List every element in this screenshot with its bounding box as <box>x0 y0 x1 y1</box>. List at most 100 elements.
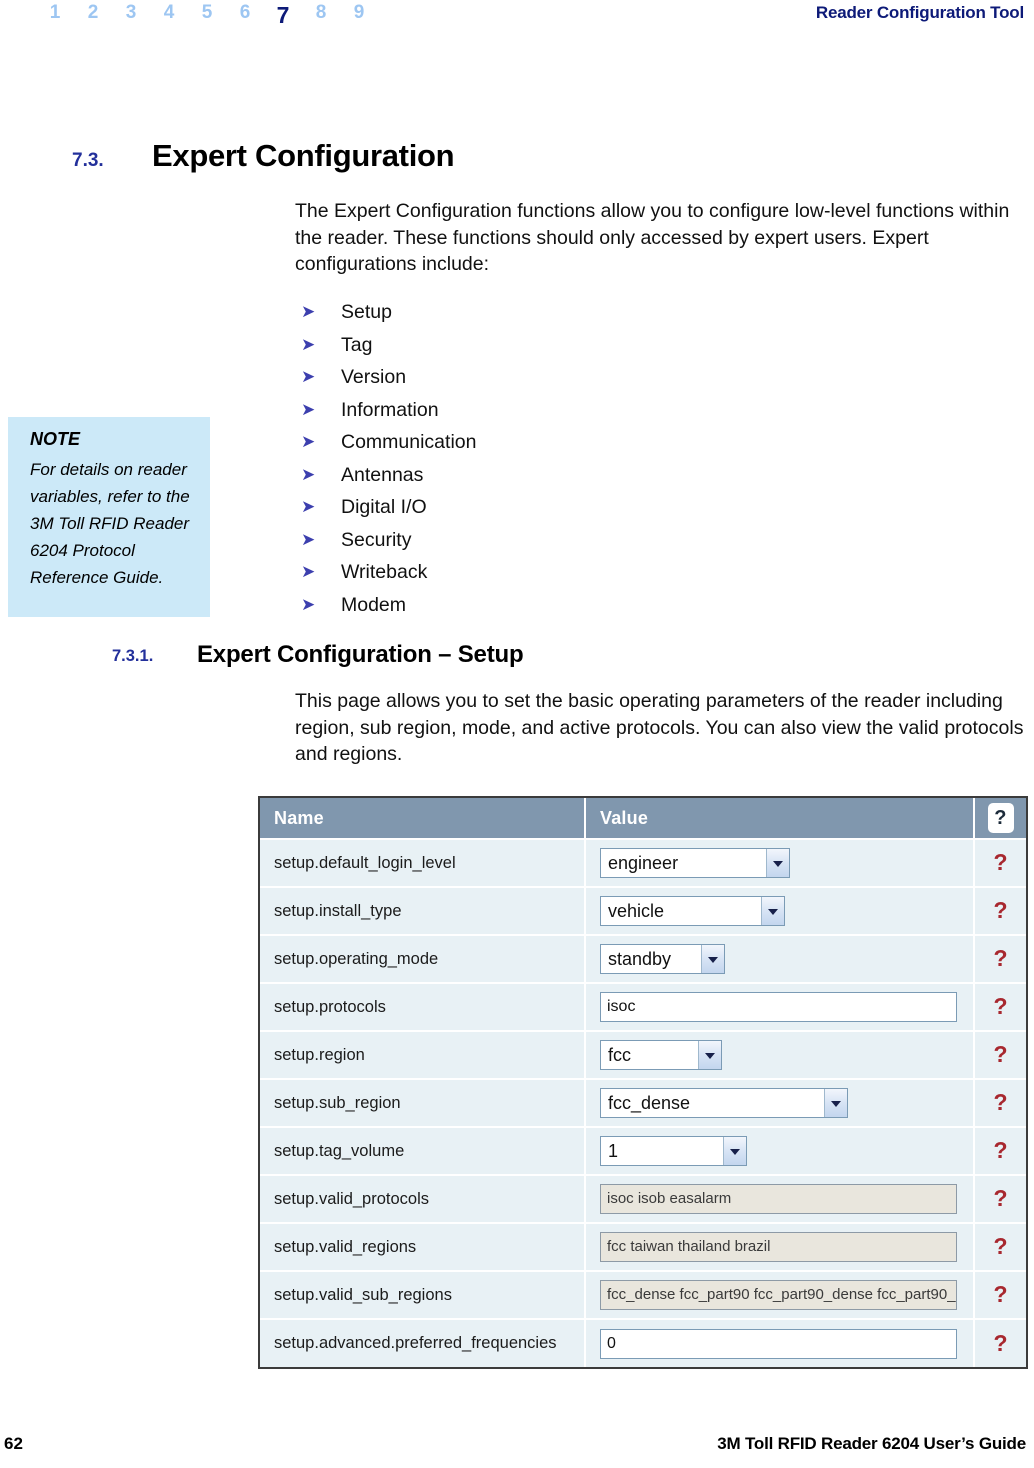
header-title: Reader Configuration Tool <box>815 3 1024 22</box>
table-row: setup.default_login_level engineer? <box>260 838 1026 887</box>
bullet-arrow-icon: ➤ <box>301 562 316 581</box>
chevron-down-icon[interactable] <box>766 849 789 877</box>
variable-name-cell: setup.advanced.preferred_frequencies <box>260 1318 586 1367</box>
help-icon[interactable]: ? <box>993 899 1007 922</box>
help-icon[interactable]: ? <box>993 1283 1007 1306</box>
bullet-arrow-icon: ➤ <box>301 497 316 516</box>
help-icon[interactable]: ? <box>993 947 1007 970</box>
bullet-arrow-icon: ➤ <box>301 399 316 419</box>
select-setup-install-type[interactable]: vehicle <box>600 896 785 926</box>
readonly-field-setup-valid-sub-regions: fcc_dense fcc_part90 fcc_part90_dense fc… <box>600 1280 957 1310</box>
variable-value-cell: 1 <box>585 1126 975 1175</box>
help-icon[interactable]: ? <box>993 1139 1007 1162</box>
help-cell: ? <box>974 1270 1026 1319</box>
list-item: ➤ Writeback <box>298 556 718 589</box>
select-value: standby <box>608 949 672 969</box>
variable-name-cell: setup.valid_protocols <box>260 1174 586 1223</box>
help-cell: ? <box>974 982 1026 1031</box>
footer-document-title: 3M Toll RFID Reader 6204 User’s Guide <box>717 1434 1026 1453</box>
chapter-link-5[interactable]: 5 <box>188 2 226 29</box>
list-item-label: Modem <box>341 593 407 616</box>
variable-name-cell: setup.operating_mode <box>260 934 586 983</box>
list-item-label: Tag <box>341 333 373 356</box>
note-callout: NOTE For details on reader variables, re… <box>8 417 210 617</box>
chapter-link-6[interactable]: 6 <box>226 2 264 29</box>
chapter-link-1[interactable]: 1 <box>36 2 74 29</box>
bullet-arrow-icon: ➤ <box>301 367 316 386</box>
bullet-arrow-icon: ➤ <box>301 432 316 451</box>
list-item: ➤ Digital I/O <box>298 491 718 524</box>
page-footer: 62 3M Toll RFID Reader 6204 User’s Guide <box>0 1430 1034 1454</box>
list-item: ➤ Antennas <box>298 459 718 492</box>
list-item: ➤ Modem <box>298 589 718 622</box>
select-setup-operating-mode[interactable]: standby <box>600 944 725 974</box>
chevron-down-icon[interactable] <box>761 897 784 925</box>
help-button[interactable]: ? <box>987 803 1014 833</box>
help-cell: ? <box>974 1030 1026 1079</box>
variable-name-cell: setup.valid_sub_regions <box>260 1270 586 1319</box>
bullet-arrow-icon: ➤ <box>301 529 316 549</box>
variable-name-cell: setup.region <box>260 1030 586 1079</box>
table-row: setup.protocols isoc? <box>260 982 1026 1031</box>
help-icon[interactable]: ? <box>993 1187 1007 1210</box>
select-setup-region[interactable]: fcc <box>600 1040 722 1070</box>
list-item-label: Version <box>341 366 407 388</box>
select-setup-tag-volume[interactable]: 1 <box>600 1136 747 1166</box>
help-cell: ? <box>974 934 1026 983</box>
bullet-arrow-icon: ➤ <box>301 334 316 354</box>
help-icon[interactable]: ? <box>993 1235 1007 1258</box>
chapter-link-2[interactable]: 2 <box>74 2 112 29</box>
text-input-setup-advanced-preferred-frequencies[interactable]: 0 <box>600 1328 957 1359</box>
chevron-down-icon[interactable] <box>723 1137 746 1165</box>
chapter-link-4[interactable]: 4 <box>150 2 188 29</box>
variable-name-cell: setup.protocols <box>260 982 586 1031</box>
variable-value-cell: 0 <box>585 1318 975 1367</box>
list-item-label: Antennas <box>341 463 424 486</box>
chapter-link-8[interactable]: 8 <box>302 2 340 29</box>
variable-name-cell: setup.tag_volume <box>260 1126 586 1175</box>
variable-name-cell: setup.valid_regions <box>260 1222 586 1271</box>
select-setup-sub-region[interactable]: fcc_dense <box>600 1088 848 1118</box>
variable-value-cell: engineer <box>585 838 975 887</box>
column-header-name: Name <box>260 798 586 839</box>
select-value: 1 <box>608 1141 619 1161</box>
list-item: ➤ Security <box>298 524 718 557</box>
help-cell: ? <box>974 886 1026 935</box>
list-item-label: Setup <box>341 301 392 323</box>
help-icon[interactable]: ? <box>993 1091 1007 1114</box>
help-cell: ? <box>974 1174 1026 1223</box>
table-header-row: Name Value ? <box>260 798 1026 839</box>
list-item: ➤ Version <box>298 361 718 394</box>
text-input-setup-protocols[interactable]: isoc <box>600 992 957 1022</box>
help-icon[interactable]: ? <box>993 1331 1007 1355</box>
help-icon[interactable]: ? <box>993 995 1007 1018</box>
table-row: setup.operating_mode standby? <box>260 934 1026 983</box>
chapter-number-strip: 123456789 <box>36 2 378 29</box>
config-table-header: Name Value ? <box>260 798 1026 839</box>
chapter-link-9[interactable]: 9 <box>340 2 378 29</box>
variable-value-cell: fcc_dense <box>585 1078 975 1127</box>
select-value: fcc <box>608 1045 632 1065</box>
select-value: engineer <box>608 853 679 873</box>
select-setup-default-login-level[interactable]: engineer <box>600 848 790 878</box>
expert-config-list: ➤ Setup ➤ Tag ➤ Version ➤ Information ➤ Communica… <box>298 296 718 621</box>
help-icon[interactable]: ? <box>993 851 1007 874</box>
expert-setup-screenshot: Name Value ? setup.default_login_level en… <box>258 796 1028 1369</box>
help-cell: ? <box>974 1222 1026 1271</box>
table-row: setup.valid_protocols isoc isob easalarm? <box>260 1174 1026 1223</box>
column-header-help: ? <box>974 798 1026 839</box>
chevron-down-icon[interactable] <box>698 1041 721 1069</box>
chevron-down-icon[interactable] <box>824 1089 847 1117</box>
subsection-heading: 7.3.1. Expert Configuration – Setup <box>0 641 1034 677</box>
help-icon[interactable]: ? <box>993 1043 1007 1066</box>
select-value: fcc_dense <box>608 1093 691 1113</box>
section-heading: 7.3. Expert Configuration <box>0 138 1034 180</box>
note-text: For details on reader variables, refer t… <box>30 460 190 587</box>
chapter-link-7[interactable]: 7 <box>264 2 302 29</box>
chapter-link-3[interactable]: 3 <box>112 2 150 29</box>
table-row: setup.region fcc? <box>260 1030 1026 1079</box>
list-item-label: Digital I/O <box>341 496 427 518</box>
list-item: ➤ Communication <box>298 426 718 459</box>
chevron-down-icon[interactable] <box>701 945 724 973</box>
table-row: setup.valid_regions fcc taiwan thailand b… <box>260 1222 1026 1271</box>
